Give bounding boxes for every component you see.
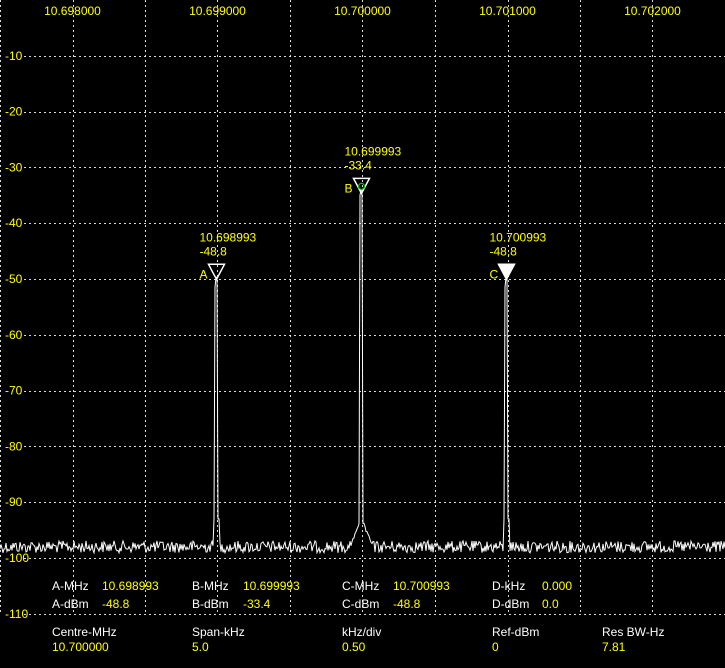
a-mhz-value: 10.698993 [102,579,159,593]
a-dbm-label: A-dBm [52,597,89,611]
a-mhz-label: A-MHz [52,579,89,593]
b-mhz-value: 10.699993 [243,579,300,593]
y-tick-label: -80 [5,439,23,453]
y-tick-label: -110 [5,607,28,621]
x-tick-label: 10.698000 [44,4,101,18]
centre-value[interactable]: 10.700000 [52,640,109,654]
d-khz-value: 0.000 [542,579,573,593]
d-dbm-label: D-dBm [492,597,530,611]
spectrum-trace [0,188,725,555]
marker-c-triangle [497,263,516,281]
rbw-label: Res BW-Hz [602,625,665,639]
marker-b-letter: B [344,181,352,195]
span-label: Span-kHz [192,625,245,639]
y-tick-label: -70 [5,384,23,398]
y-tick-label: -60 [5,328,23,342]
y-tick-label: -50 [5,272,23,286]
y-tick-label: -20 [5,105,23,119]
marker-a-freq: 10.698993 [199,230,256,244]
x-tick-label: 10.701000 [479,4,536,18]
y-tick-label: -30 [5,160,23,174]
spectrum-plot: 10.698000 10.699000 10.700000 10.701000 10.7… [0,0,725,621]
x-tick-label: 10.700000 [334,4,391,18]
a-dbm-value: -48.8 [102,597,130,611]
c-dbm-value: -48.8 [393,597,421,611]
ref-label: Ref-dBm [492,625,540,639]
x-tick-label: 10.699000 [189,4,246,18]
b-dbm-label: B-dBm [192,597,229,611]
y-tick-label: -40 [5,216,23,230]
span-value[interactable]: 5.0 [192,640,209,654]
marker-b-peak-dot [357,182,366,190]
c-dbm-label: C-dBm [342,597,380,611]
y-tick-label: -90 [5,495,23,509]
div-label: kHz/div [342,625,382,639]
centre-label: Centre-MHz [52,625,117,639]
d-khz-label: D-kHz [492,579,526,593]
marker-a-letter: A [199,267,207,281]
x-tick-label: 10.702000 [624,4,681,18]
marker-b-level: -33.4 [344,158,372,172]
b-dbm-value: -33.4 [243,597,271,611]
y-tick-label: -10 [5,49,23,63]
marker-b-triangle [352,177,371,195]
y-tick-label: -100 [5,551,29,565]
b-mhz-label: B-MHz [192,579,229,593]
ref-value[interactable]: 0 [492,640,499,654]
marker-c-level: -48.8 [489,244,517,258]
rbw-value[interactable]: 7.81 [602,640,625,654]
marker-a-level: -48.8 [199,244,227,258]
marker-c-letter: C [489,267,498,281]
c-mhz-label: C-MHz [342,579,380,593]
div-value[interactable]: 0.50 [342,640,365,654]
marker-c-freq: 10.700993 [489,230,546,244]
c-mhz-value: 10.700993 [393,579,450,593]
marker-b-freq: 10.699993 [344,144,401,158]
d-dbm-value: 0.0 [542,597,559,611]
